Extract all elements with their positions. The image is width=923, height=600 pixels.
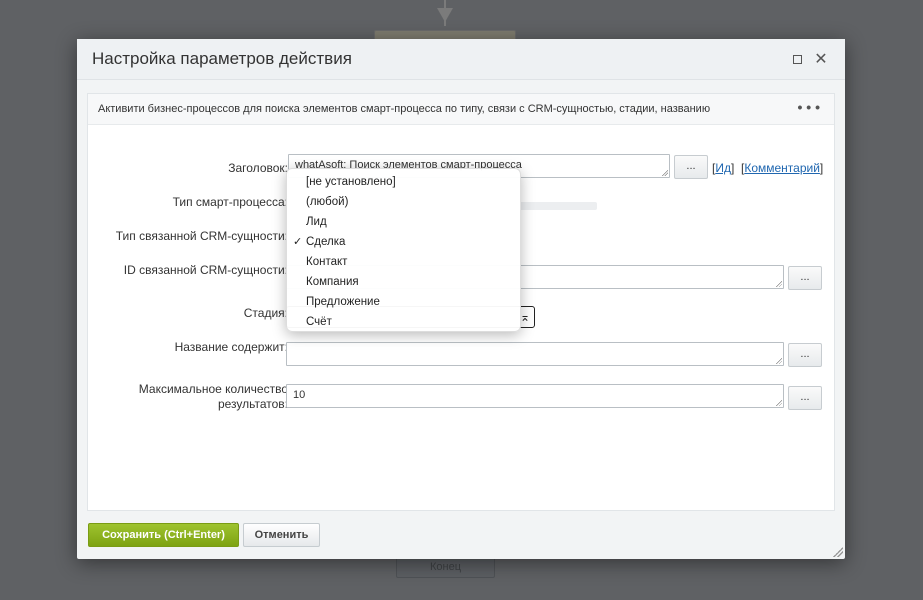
resize-handle-icon[interactable]: [661, 169, 668, 176]
dropdown-item[interactable]: [не установлено]: [287, 172, 520, 192]
stage-label: Стадия:: [243, 306, 288, 320]
max-results-label: Максимальное количество результатов:: [139, 382, 288, 412]
workflow-arrow-icon: [437, 8, 453, 22]
checkmark-icon: ✓: [293, 236, 303, 248]
panel-header: Активити бизнес-процессов для поиска эле…: [88, 94, 834, 125]
dropdown-item-selected[interactable]: ✓ Сделка: [287, 232, 520, 252]
dropdown-item[interactable]: Предложение: [287, 292, 520, 312]
resize-handle-icon[interactable]: [775, 280, 782, 287]
smart-process-type-select[interactable]: [517, 202, 597, 210]
max-results-label-line2: результатов:: [217, 397, 288, 411]
dropdown-item[interactable]: Лид: [287, 212, 520, 232]
crm-entity-type-label: Тип связанной CRM-сущности:: [115, 229, 288, 243]
resize-handle-icon[interactable]: [775, 399, 782, 406]
max-results-input[interactable]: 10: [286, 384, 784, 408]
max-results-value: 10: [293, 389, 306, 401]
name-contains-input[interactable]: [286, 342, 784, 366]
max-results-label-line1: Максимальное количество: [138, 382, 288, 396]
name-contains-insert-button[interactable]: ...: [788, 343, 822, 367]
dropdown-item[interactable]: Контакт: [287, 252, 520, 272]
dropdown-item[interactable]: (любой): [287, 192, 520, 212]
comment-link[interactable]: Комментарий: [744, 161, 820, 175]
header-insert-button[interactable]: ...: [674, 155, 708, 179]
smart-process-type-label: Тип смарт-процесса:: [172, 195, 288, 209]
activity-description: Активити бизнес-процессов для поиска эле…: [98, 103, 711, 115]
header-field-label: Заголовок:: [228, 161, 288, 175]
dialog-title: Настройка параметров действия: [92, 49, 352, 68]
cancel-button[interactable]: Отменить: [243, 523, 320, 547]
maximize-icon[interactable]: [789, 51, 805, 67]
more-options-icon[interactable]: • • •: [798, 100, 820, 114]
chevron-updown-icon: ⌅: [519, 310, 530, 324]
max-results-insert-button[interactable]: ...: [788, 386, 822, 410]
crm-entity-id-label: ID связанной CRM-сущности:: [123, 263, 288, 277]
save-button[interactable]: Сохранить (Ctrl+Enter): [88, 523, 239, 547]
workflow-end-block: Конец: [396, 556, 495, 578]
id-link[interactable]: Ид: [715, 161, 731, 175]
header-links: [Ид] [Комментарий]: [712, 161, 824, 175]
dialog-resize-grip-icon[interactable]: [833, 547, 843, 557]
name-contains-label: Название содержит:: [174, 340, 288, 354]
dropdown-item[interactable]: Компания: [287, 272, 520, 292]
close-icon[interactable]: ✕: [813, 51, 829, 68]
crm-entity-type-dropdown: [не установлено] (любой) Лид ✓ Сделка Ко…: [286, 168, 521, 332]
dropdown-item[interactable]: Счёт: [287, 312, 520, 332]
crm-entity-id-insert-button[interactable]: ...: [788, 266, 822, 290]
dialog-header: Настройка параметров действия ✕: [77, 39, 845, 80]
resize-handle-icon[interactable]: [775, 357, 782, 364]
